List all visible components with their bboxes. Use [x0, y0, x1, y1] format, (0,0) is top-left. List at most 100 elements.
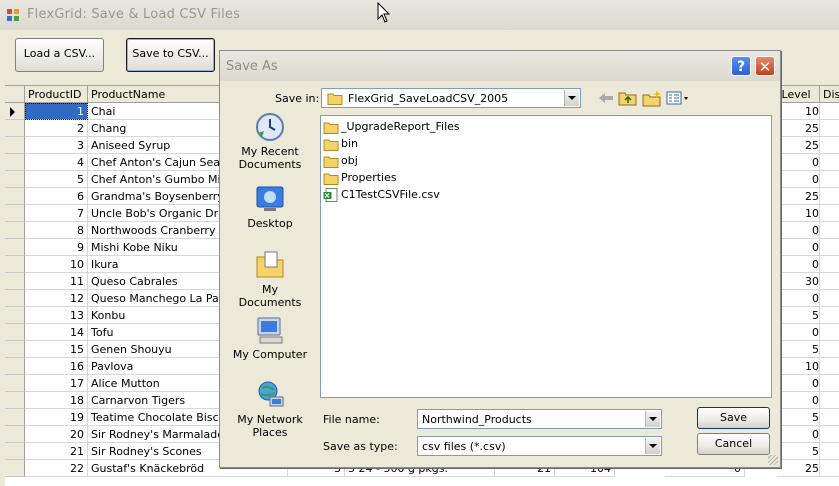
row-header[interactable] [5, 375, 25, 392]
product-id-cell[interactable]: 17 [25, 375, 88, 392]
place-my-documents[interactable]: My Documents [230, 249, 310, 309]
reorder-level-cell[interactable]: 10 [777, 205, 820, 222]
row-header[interactable] [5, 290, 25, 307]
product-id-cell[interactable]: 5 [25, 171, 88, 188]
reorder-level-cell[interactable]: 5 [777, 307, 820, 324]
load-csv-button[interactable]: Load a CSV... [15, 38, 104, 72]
discontinued-cell[interactable] [820, 324, 839, 341]
reorder-level-cell[interactable]: 0 [777, 392, 820, 409]
reorder-level-cell[interactable]: 0 [777, 171, 820, 188]
place-recent-documents[interactable]: My Recent Documents [230, 111, 310, 171]
product-id-cell[interactable]: 8 [25, 222, 88, 239]
product-id-cell[interactable]: 9 [25, 239, 88, 256]
reorder-level-cell[interactable]: 0 [777, 239, 820, 256]
product-id-cell[interactable]: 12 [25, 290, 88, 307]
discontinued-cell[interactable] [820, 154, 839, 171]
discontinued-cell[interactable] [820, 188, 839, 205]
row-header[interactable] [5, 154, 25, 171]
discontinued-cell[interactable] [820, 375, 839, 392]
reorder-level-cell[interactable]: 5 [777, 409, 820, 426]
discontinued-cell[interactable] [820, 205, 839, 222]
row-header[interactable] [5, 256, 25, 273]
save-button[interactable]: Save [697, 407, 770, 429]
reorder-level-cell[interactable]: 0 [777, 375, 820, 392]
row-header[interactable] [5, 443, 25, 460]
save-in-dropdown[interactable]: FlexGrid_SaveLoadCSV_2005 [321, 88, 581, 108]
file-item-properties[interactable]: Properties [323, 170, 397, 186]
place-network[interactable]: My Network Places [230, 379, 310, 439]
reorder-level-cell[interactable]: 0 [777, 154, 820, 171]
product-id-cell[interactable]: 4 [25, 154, 88, 171]
reorder-level-cell[interactable]: 25 [777, 460, 820, 477]
product-id-cell[interactable]: 19 [25, 409, 88, 426]
discontinued-cell[interactable] [820, 426, 839, 443]
file-item-csv[interactable]: C1TestCSVFile.csv [323, 187, 440, 203]
column-header-product-id[interactable]: ProductID [25, 86, 88, 103]
row-header[interactable] [5, 222, 25, 239]
resize-grip[interactable] [768, 455, 778, 465]
reorder-level-cell[interactable]: 25 [777, 137, 820, 154]
discontinued-cell[interactable] [820, 392, 839, 409]
save-csv-button[interactable]: Save to CSV... [126, 38, 215, 72]
product-id-cell[interactable]: 3 [25, 137, 88, 154]
row-header[interactable] [5, 273, 25, 290]
file-item-bin[interactable]: bin [323, 136, 358, 152]
place-desktop[interactable]: Desktop [230, 183, 310, 230]
discontinued-cell[interactable] [820, 290, 839, 307]
chevron-down-icon[interactable] [645, 438, 660, 454]
reorder-level-cell[interactable]: 0 [777, 256, 820, 273]
discontinued-cell[interactable] [820, 358, 839, 375]
row-header[interactable] [5, 324, 25, 341]
place-my-computer[interactable]: My Computer [230, 314, 310, 361]
discontinued-cell[interactable] [820, 341, 839, 358]
file-name-input[interactable]: Northwind_Products [417, 409, 662, 429]
column-header-discontinued[interactable]: Dis [820, 86, 839, 103]
row-header[interactable] [5, 409, 25, 426]
row-header[interactable] [5, 188, 25, 205]
product-id-cell[interactable]: 7 [25, 205, 88, 222]
reorder-level-cell[interactable]: 25 [777, 188, 820, 205]
product-id-cell[interactable]: 20 [25, 426, 88, 443]
row-header[interactable] [5, 205, 25, 222]
column-header-reorder-level[interactable]: rLevel [777, 86, 820, 103]
discontinued-cell[interactable] [820, 103, 839, 120]
discontinued-cell[interactable] [820, 256, 839, 273]
discontinued-cell[interactable] [820, 137, 839, 154]
reorder-level-cell[interactable]: 25 [777, 120, 820, 137]
discontinued-cell[interactable] [820, 222, 839, 239]
new-folder-icon[interactable] [642, 89, 662, 107]
close-button[interactable]: ✕ [755, 56, 775, 76]
discontinued-cell[interactable] [820, 171, 839, 188]
product-id-cell[interactable]: 2 [25, 120, 88, 137]
reorder-level-cell[interactable]: 10 [777, 103, 820, 120]
product-id-cell[interactable]: 21 [25, 443, 88, 460]
chevron-down-icon[interactable] [564, 90, 579, 106]
row-header[interactable] [5, 426, 25, 443]
discontinued-cell[interactable] [820, 460, 839, 477]
back-arrow-icon[interactable] [596, 89, 616, 107]
chevron-down-icon[interactable] [645, 411, 660, 427]
row-header[interactable] [5, 137, 25, 154]
reorder-level-cell[interactable]: 0 [777, 426, 820, 443]
help-button[interactable]: ? [731, 56, 751, 76]
product-id-cell[interactable]: 14 [25, 324, 88, 341]
file-list[interactable]: _UpgradeReport_Files bin obj Properties … [320, 115, 772, 398]
product-id-cell[interactable]: 6 [25, 188, 88, 205]
file-item-upgrade-report[interactable]: _UpgradeReport_Files [323, 119, 460, 135]
row-header[interactable] [5, 307, 25, 324]
product-id-cell[interactable]: 13 [25, 307, 88, 324]
up-folder-icon[interactable] [618, 89, 638, 107]
row-header[interactable] [5, 239, 25, 256]
save-type-dropdown[interactable]: csv files (*.csv) [417, 436, 662, 456]
product-id-cell[interactable]: 15 [25, 341, 88, 358]
product-id-cell[interactable]: 11 [25, 273, 88, 290]
reorder-level-cell[interactable]: 10 [777, 358, 820, 375]
row-header[interactable] [5, 103, 25, 120]
product-id-cell[interactable]: 16 [25, 358, 88, 375]
product-id-cell[interactable]: 10 [25, 256, 88, 273]
discontinued-cell[interactable] [820, 443, 839, 460]
discontinued-cell[interactable] [820, 239, 839, 256]
reorder-level-cell[interactable]: 30 [777, 273, 820, 290]
reorder-level-cell[interactable]: 0 [777, 222, 820, 239]
reorder-level-cell[interactable]: 0 [777, 324, 820, 341]
